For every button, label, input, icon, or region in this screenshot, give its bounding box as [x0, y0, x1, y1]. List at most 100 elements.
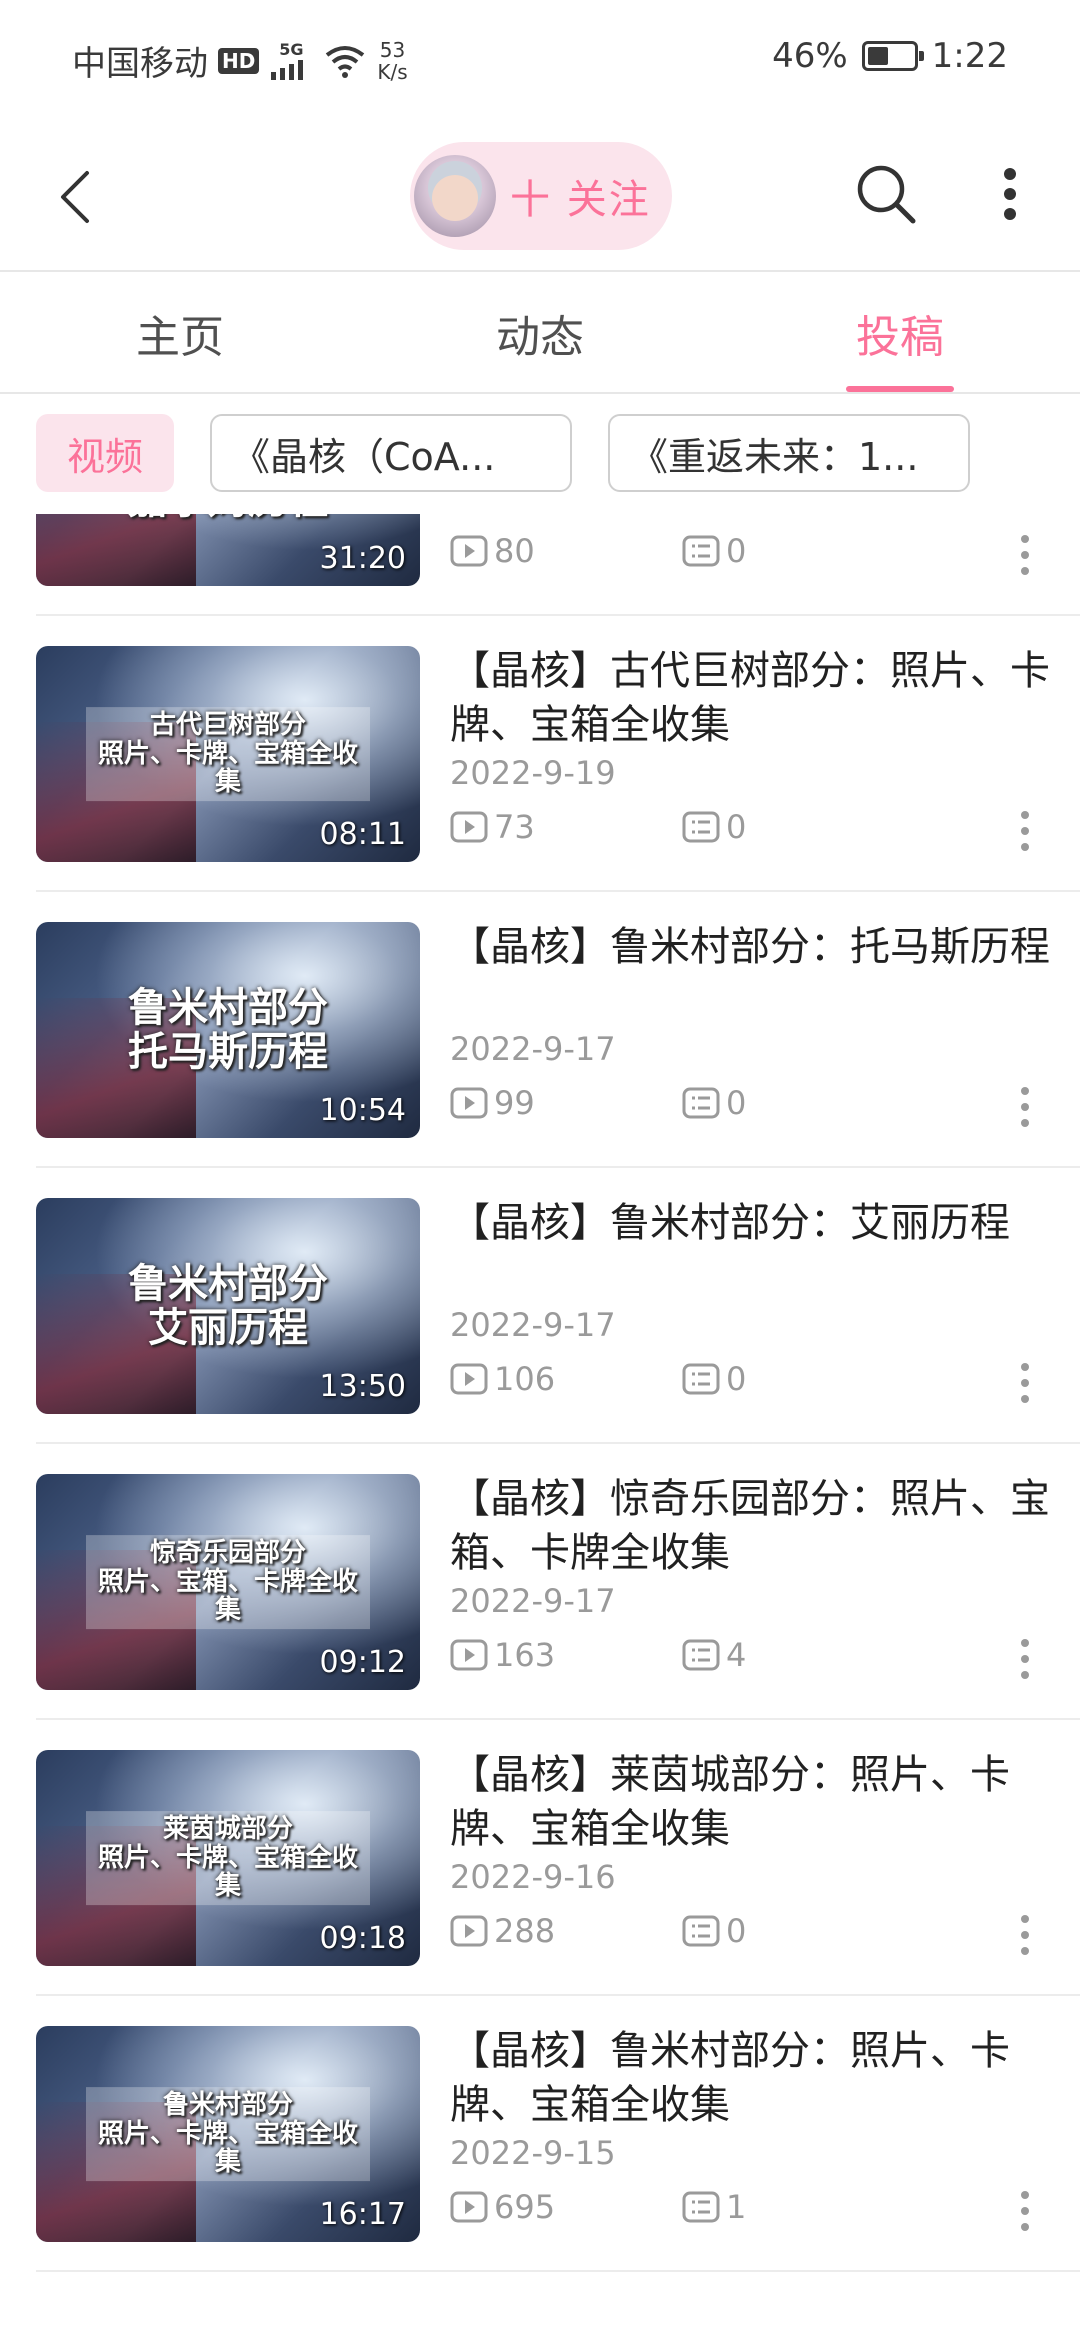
video-title[interactable]: 【晶核】惊奇乐园部分：照片、宝箱、卡牌全收集 [450, 1472, 1050, 1580]
play-count-icon [450, 1087, 488, 1119]
view-count: 288 [450, 1912, 555, 1950]
play-count-icon [450, 1363, 488, 1395]
speed-unit: K/s [377, 59, 408, 84]
carrier-name: 中国移动 [72, 44, 208, 84]
video-thumbnail[interactable]: 莱茵城部分 照片、卡牌、宝箱全收集 09:18 [36, 1750, 420, 1966]
thumbnail-line2: 艾丽历程 [148, 1304, 308, 1351]
video-title[interactable]: 【晶核】古代巨树部分：照片、卡牌、宝箱全收集 [450, 644, 1050, 752]
avatar[interactable] [414, 155, 496, 237]
video-thumbnail[interactable]: 莱茵城部分 嘉尔姆历程 31:20 [36, 514, 420, 586]
video-item[interactable]: 古代巨树部分 照片、卡牌、宝箱全收集 08:11 【晶核】古代巨树部分：照片、卡… [0, 616, 1080, 892]
view-count: 695 [450, 2188, 555, 2226]
view-count: 163 [450, 1636, 555, 1674]
thumbnail-caption: 鲁米村部分 托马斯历程 [36, 986, 420, 1074]
more-vertical-icon [1021, 1915, 1029, 1955]
comment-count: 4 [682, 1636, 746, 1674]
thumbnail-caption: 鲁米村部分 艾丽历程 [36, 1262, 420, 1350]
comment-count-value: 0 [726, 532, 747, 570]
play-count-icon [450, 1639, 488, 1671]
view-count-value: 106 [494, 1360, 556, 1398]
item-more-button[interactable] [1010, 1900, 1040, 1970]
more-vertical-icon [1021, 1639, 1029, 1679]
view-count-value: 163 [494, 1636, 556, 1674]
filter-chip-collection[interactable]: 《晶核（CoA... [210, 414, 572, 492]
item-more-button[interactable] [1010, 520, 1040, 590]
play-count-icon [450, 1915, 488, 1947]
status-right: 46% 1:22 [772, 36, 1008, 76]
more-button[interactable] [990, 154, 1030, 234]
thumbnail-line2: 照片、宝箱、卡牌全收集 [97, 1566, 358, 1626]
back-icon [61, 171, 89, 223]
video-item[interactable]: 惊奇乐园部分 照片、宝箱、卡牌全收集 09:12 【晶核】惊奇乐园部分：照片、宝… [0, 1444, 1080, 1720]
video-item[interactable]: 莱茵城部分 照片、卡牌、宝箱全收集 09:18 【晶核】莱茵城部分：照片、卡牌、… [0, 1720, 1080, 1996]
video-thumbnail[interactable]: 惊奇乐园部分 照片、宝箱、卡牌全收集 09:12 [36, 1474, 420, 1690]
comment-count-value: 0 [726, 808, 747, 846]
more-vertical-icon [1004, 168, 1016, 220]
filter-chip-video[interactable]: 视频 [36, 414, 174, 492]
header-divider [0, 270, 1080, 272]
view-count-value: 695 [494, 2188, 556, 2226]
filter-bar: 视频 《晶核（CoA... 《重返未来：1... [36, 414, 970, 494]
comment-icon [682, 535, 720, 567]
follow-button[interactable]: 十 关注 [410, 142, 672, 250]
thumbnail-caption: 鲁米村部分 照片、卡牌、宝箱全收集 [86, 2087, 370, 2181]
view-count-value: 80 [494, 532, 535, 570]
video-date: 2022-9-17 [450, 1030, 616, 1068]
comment-icon [682, 811, 720, 843]
thumbnail-line2: 照片、卡牌、宝箱全收集 [97, 2118, 358, 2178]
thumbnail-line1: 鲁米村部分 [128, 1260, 328, 1307]
back-button[interactable] [40, 162, 110, 232]
item-more-button[interactable] [1010, 796, 1040, 866]
tab-submissions[interactable]: 投稿 [720, 274, 1080, 392]
filter-chip-collection[interactable]: 《重返未来：1... [608, 414, 970, 492]
video-duration: 08:11 [319, 817, 406, 852]
signal-group: 5G [269, 39, 313, 80]
thumbnail-line1: 鲁米村部分 [162, 2090, 293, 2121]
thumbnail-line2: 嘉尔姆历程 [36, 514, 420, 522]
video-title[interactable]: 【晶核】莱茵城部分：照片、卡牌、宝箱全收集 [450, 1748, 1050, 1856]
video-date: 2022-9-15 [450, 2134, 616, 2172]
clock: 1:22 [931, 36, 1008, 76]
video-duration: 13:50 [319, 1369, 406, 1404]
video-title[interactable]: 【晶核】鲁米村部分：托马斯历程 [450, 920, 1050, 1028]
video-duration: 16:17 [319, 2197, 406, 2232]
video-thumbnail[interactable]: 鲁米村部分 托马斯历程 10:54 [36, 922, 420, 1138]
more-vertical-icon [1021, 535, 1029, 575]
view-count-value: 99 [494, 1084, 535, 1122]
video-list[interactable]: 莱茵城部分 嘉尔姆历程 31:20 程 2022-9-19 80 0 [0, 514, 1080, 2340]
network-type: 5G [279, 39, 304, 59]
video-title[interactable]: 【晶核】鲁米村部分：艾丽历程 [450, 1196, 1050, 1304]
video-item[interactable]: 鲁米村部分 艾丽历程 13:50 【晶核】鲁米村部分：艾丽历程 2022-9-1… [0, 1168, 1080, 1444]
comment-count: 0 [682, 532, 746, 570]
more-vertical-icon [1021, 811, 1029, 851]
tab-dynamics[interactable]: 动态 [360, 274, 720, 392]
item-more-button[interactable] [1010, 1348, 1040, 1418]
wifi-icon [326, 45, 365, 78]
video-thumbnail[interactable]: 鲁米村部分 照片、卡牌、宝箱全收集 16:17 [36, 2026, 420, 2242]
video-item[interactable]: 鲁米村部分 照片、卡牌、宝箱全收集 16:17 【晶核】鲁米村部分：照片、卡牌、… [0, 1996, 1080, 2272]
tab-home[interactable]: 主页 [0, 274, 360, 392]
comment-icon [682, 1363, 720, 1395]
profile-tabs: 主页 动态 投稿 [0, 274, 1080, 392]
thumbnail-caption: 莱茵城部分 照片、卡牌、宝箱全收集 [86, 1811, 370, 1905]
status-left: 中国移动 HD 5G 53 K/s [72, 36, 408, 85]
video-item[interactable]: 莱茵城部分 嘉尔姆历程 31:20 程 2022-9-19 80 0 [0, 514, 1080, 616]
comment-count: 1 [682, 2188, 746, 2226]
search-button[interactable] [850, 154, 922, 234]
video-thumbnail[interactable]: 鲁米村部分 艾丽历程 13:50 [36, 1198, 420, 1414]
item-more-button[interactable] [1010, 1072, 1040, 1142]
item-more-button[interactable] [1010, 2176, 1040, 2246]
chip-label: 《晶核（CoA... [232, 434, 496, 479]
video-title[interactable]: 【晶核】鲁米村部分：照片、卡牌、宝箱全收集 [450, 2024, 1050, 2132]
video-thumbnail[interactable]: 古代巨树部分 照片、卡牌、宝箱全收集 08:11 [36, 646, 420, 862]
comment-count: 0 [682, 808, 746, 846]
battery-icon [861, 41, 924, 71]
video-item[interactable]: 鲁米村部分 托马斯历程 10:54 【晶核】鲁米村部分：托马斯历程 2022-9… [0, 892, 1080, 1168]
video-duration: 10:54 [319, 1093, 406, 1128]
video-date: 2022-9-16 [450, 1858, 616, 1896]
network-speed: 53 K/s [377, 39, 407, 83]
tab-label: 动态 [496, 312, 584, 363]
item-more-button[interactable] [1010, 1624, 1040, 1694]
comment-icon [682, 1087, 720, 1119]
comment-icon [682, 2191, 720, 2223]
